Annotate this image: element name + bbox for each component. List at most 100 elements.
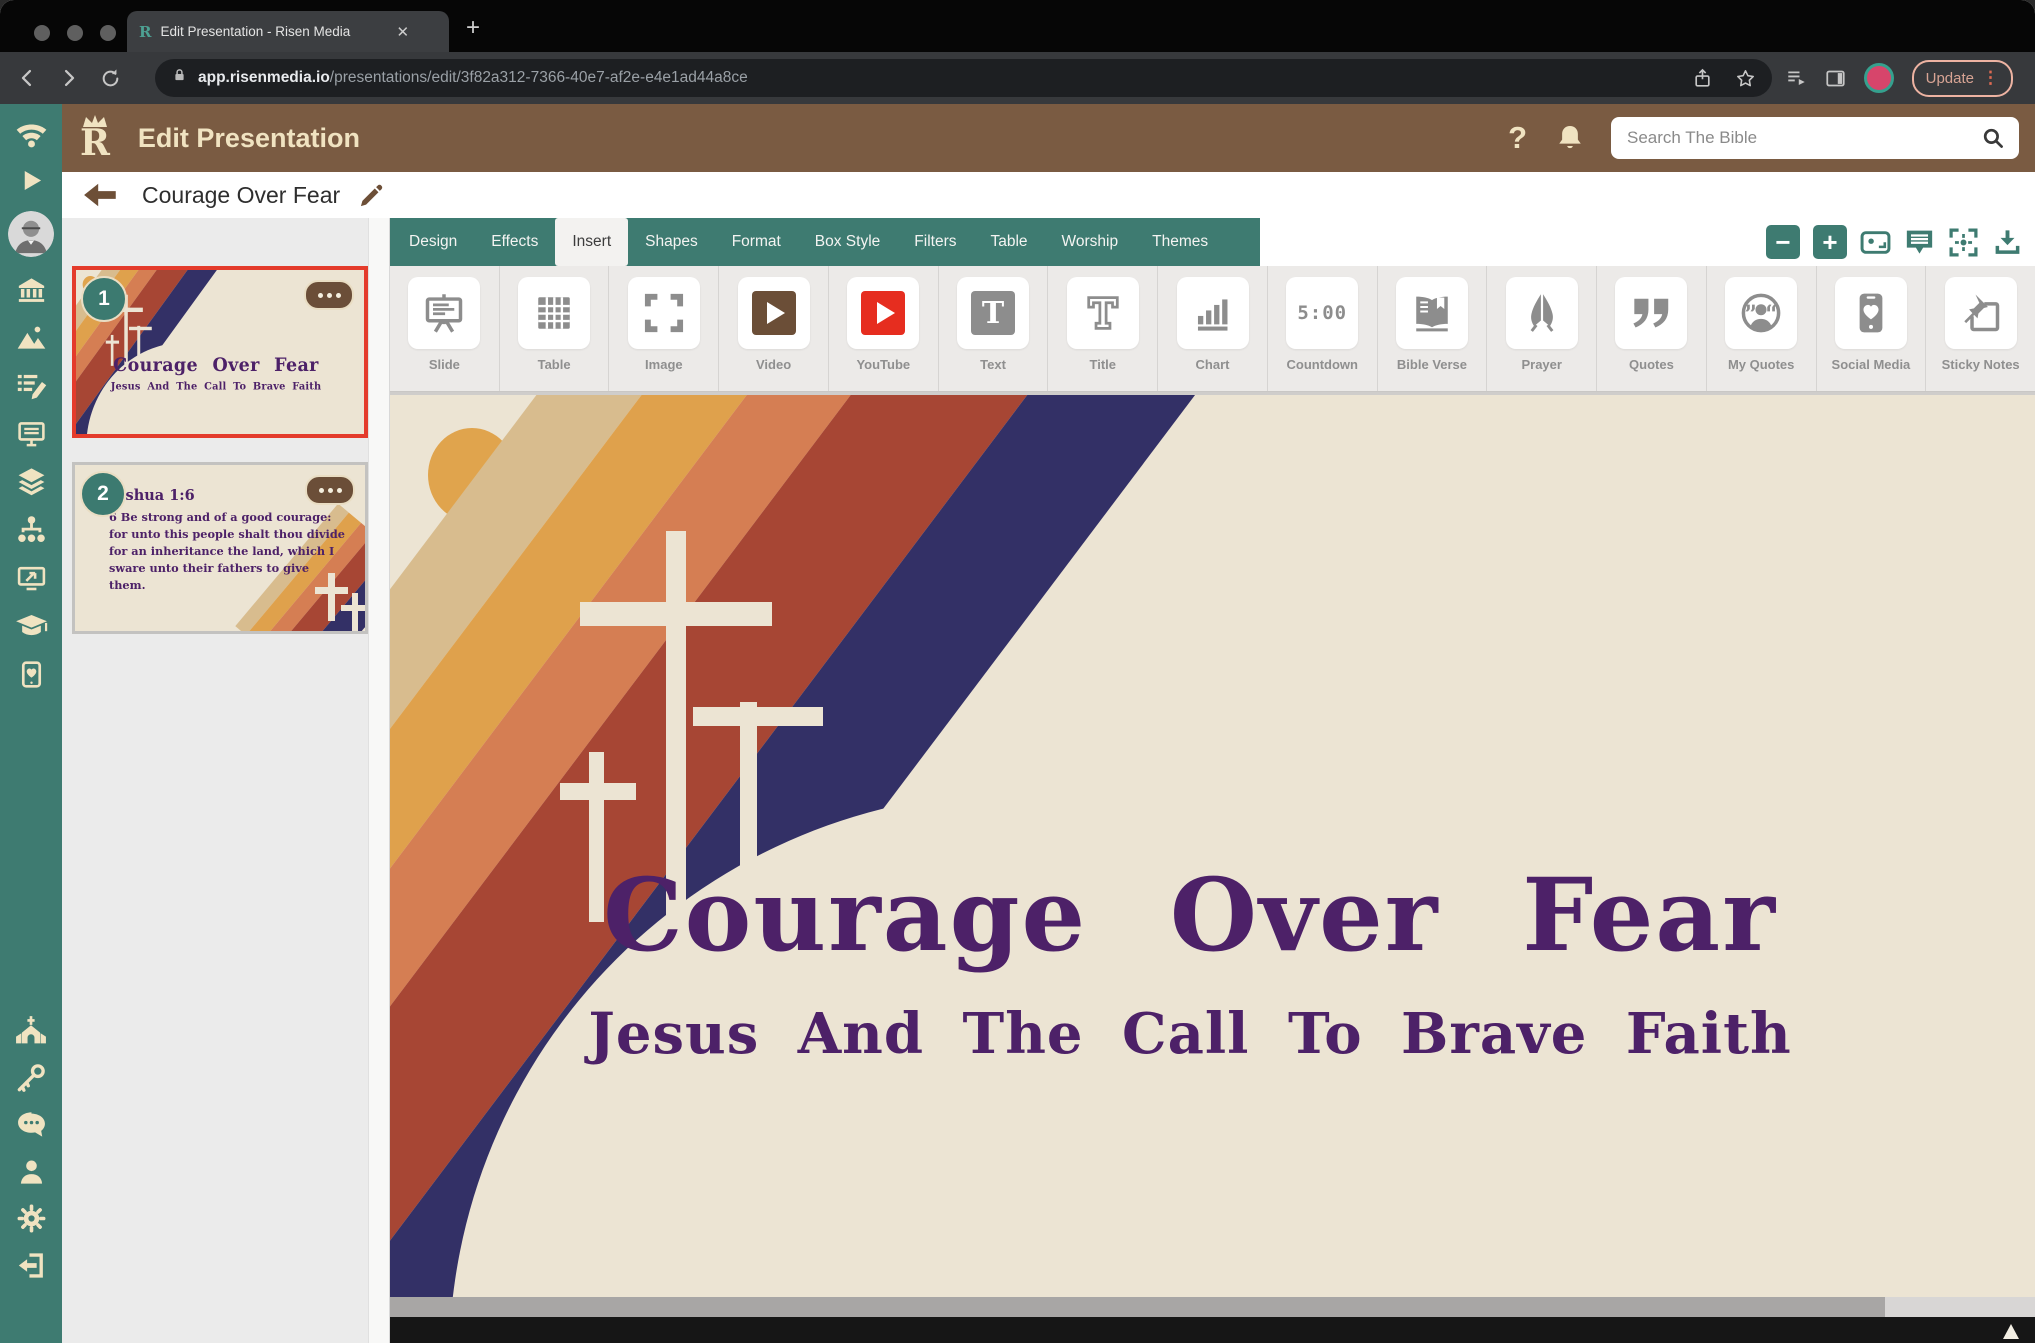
tab-table[interactable]: Table: [973, 218, 1044, 266]
close-window-icon[interactable]: [34, 25, 50, 41]
zoom-out-button[interactable]: −: [1766, 225, 1800, 259]
logout-icon: [16, 1250, 47, 1281]
reload-icon[interactable]: [100, 68, 121, 89]
horizontal-scrollbar[interactable]: [390, 1297, 2035, 1317]
zoom-window-icon[interactable]: [100, 25, 116, 41]
insert-text-button[interactable]: TText: [938, 266, 1048, 391]
slide-subtitle: Jesus And The Call To Brave Faith: [94, 380, 339, 392]
insert-label: My Quotes: [1728, 357, 1794, 372]
sidebar-item-education[interactable]: [15, 610, 48, 643]
insert-label: Prayer: [1521, 357, 1561, 372]
forward-nav-icon[interactable]: [58, 67, 80, 89]
share-icon[interactable]: [1692, 68, 1713, 89]
sidebar-item-settings[interactable]: [16, 1203, 47, 1234]
risen-crown-r-logo[interactable]: R: [80, 115, 110, 161]
center-fit-button[interactable]: [1948, 227, 1979, 258]
slide-menu-button[interactable]: [304, 280, 354, 310]
sidebar-item-screen-share[interactable]: [16, 562, 47, 593]
sidebar-item-present[interactable]: [18, 167, 45, 194]
browser-tab[interactable]: R Edit Presentation - Risen Media ✕: [127, 11, 449, 52]
sidebar-item-wifi[interactable]: [15, 117, 48, 150]
insert-quotes-button[interactable]: Quotes: [1596, 266, 1706, 391]
browser-menu-icon[interactable]: ⋮: [1982, 68, 1999, 88]
insert-prayer-button[interactable]: Prayer: [1486, 266, 1596, 391]
address-bar[interactable]: app.risenmedia.io/presentations/edit/3f8…: [155, 59, 1772, 97]
sidebar-item-account[interactable]: [16, 1156, 47, 1187]
browser-tab-strip: R Edit Presentation - Risen Media ✕ +: [0, 0, 2035, 52]
reading-list-icon[interactable]: [1786, 68, 1807, 89]
sidebar-item-access[interactable]: [16, 1062, 47, 1093]
insert-label: Image: [645, 357, 683, 372]
tab-format[interactable]: Format: [715, 218, 798, 266]
slide-thumbnail-2[interactable]: Joshua 1:6 6 Be strong and of a good cou…: [72, 462, 368, 634]
browser-profile-avatar[interactable]: [1864, 63, 1894, 93]
tab-effects[interactable]: Effects: [474, 218, 555, 266]
magnifier-icon[interactable]: [1981, 126, 2005, 150]
insert-video-button[interactable]: Video: [718, 266, 828, 391]
insert-social-media-button[interactable]: Social Media: [1816, 266, 1926, 391]
download-button[interactable]: [1992, 227, 2023, 258]
screen-share-icon: [16, 562, 47, 593]
tab-box-style[interactable]: Box Style: [798, 218, 897, 266]
back-arrow-icon[interactable]: [82, 177, 118, 213]
sidebar-item-church[interactable]: [15, 1014, 47, 1046]
slide-menu-button[interactable]: [305, 475, 355, 505]
sidebar-item-screens[interactable]: [16, 418, 47, 449]
sidebar-item-profile-photo[interactable]: [8, 211, 54, 257]
insert-bible-verse-button[interactable]: Bible Verse: [1377, 266, 1487, 391]
slide-text-block: Courage Over Fear Jesus And The Call To …: [490, 865, 1890, 1067]
sidebar-item-planning[interactable]: [16, 370, 47, 401]
sidebar-item-media[interactable]: [16, 322, 47, 353]
sidebar-item-messages[interactable]: [16, 1109, 47, 1140]
update-button[interactable]: Update ⋮: [1912, 60, 2013, 97]
comments-button[interactable]: [1904, 227, 1935, 258]
side-panel-icon[interactable]: [1825, 68, 1846, 89]
insert-title-button[interactable]: Title: [1047, 266, 1157, 391]
triangle-up-icon[interactable]: [2003, 1324, 2019, 1339]
minimize-window-icon[interactable]: [67, 25, 83, 41]
insert-countdown-button[interactable]: 5:00Countdown: [1267, 266, 1377, 391]
zoom-in-button[interactable]: +: [1813, 225, 1847, 259]
tab-insert[interactable]: Insert: [555, 218, 628, 266]
insert-my-quotes-button[interactable]: My Quotes: [1706, 266, 1816, 391]
tab-design[interactable]: Design: [392, 218, 474, 266]
sidebar-top: [8, 117, 54, 706]
presentation-title-bar: Courage Over Fear: [62, 172, 2035, 218]
bank-columns-icon: [16, 274, 47, 305]
pencil-icon[interactable]: [358, 182, 385, 209]
insert-slide-button[interactable]: Slide: [390, 266, 499, 391]
insert-chart-button[interactable]: Chart: [1157, 266, 1267, 391]
tab-shapes[interactable]: Shapes: [628, 218, 715, 266]
new-tab-button[interactable]: +: [466, 14, 480, 42]
sidebar-item-giving[interactable]: [17, 660, 46, 689]
insert-table-button[interactable]: Table: [499, 266, 609, 391]
tab-themes[interactable]: Themes: [1135, 218, 1225, 266]
slide-number-badge: 2: [80, 471, 126, 517]
presentation-view-button[interactable]: [1860, 227, 1891, 258]
help-icon[interactable]: ?: [1508, 120, 1527, 156]
url-text[interactable]: app.risenmedia.io/presentations/edit/3f8…: [198, 69, 748, 87]
canvas-slide[interactable]: Courage Over Fear Jesus And The Call To …: [390, 395, 2035, 1297]
slide-thumbnail-1[interactable]: Courage Over Fear Jesus And The Call To …: [72, 266, 368, 438]
close-tab-icon[interactable]: ✕: [396, 23, 409, 41]
sidebar-item-flows[interactable]: [16, 514, 47, 545]
insert-youtube-button[interactable]: YouTube: [828, 266, 938, 391]
insert-sticky-notes-button[interactable]: Sticky Notes: [1925, 266, 2035, 391]
scrollbar-thumb[interactable]: [390, 1297, 1885, 1317]
slides-panel: Courage Over Fear Jesus And The Call To …: [62, 218, 390, 1343]
insert-image-button[interactable]: Image: [608, 266, 718, 391]
search-input[interactable]: [1625, 127, 1981, 149]
tab-worship[interactable]: Worship: [1045, 218, 1136, 266]
insert-label: Sticky Notes: [1942, 357, 2020, 372]
sidebar-item-layers[interactable]: [16, 466, 47, 497]
bell-icon[interactable]: [1555, 123, 1585, 153]
window-controls[interactable]: [34, 25, 116, 41]
sidebar-item-sign-out[interactable]: [16, 1250, 47, 1281]
back-nav-icon[interactable]: [16, 67, 38, 89]
youtube-play-icon: [847, 277, 919, 349]
panel-scrollbar[interactable]: [368, 218, 389, 1343]
tab-filters[interactable]: Filters: [897, 218, 973, 266]
bookmark-star-icon[interactable]: [1735, 68, 1756, 89]
bible-search[interactable]: [1611, 117, 2019, 159]
sidebar-item-campus[interactable]: [16, 274, 47, 305]
